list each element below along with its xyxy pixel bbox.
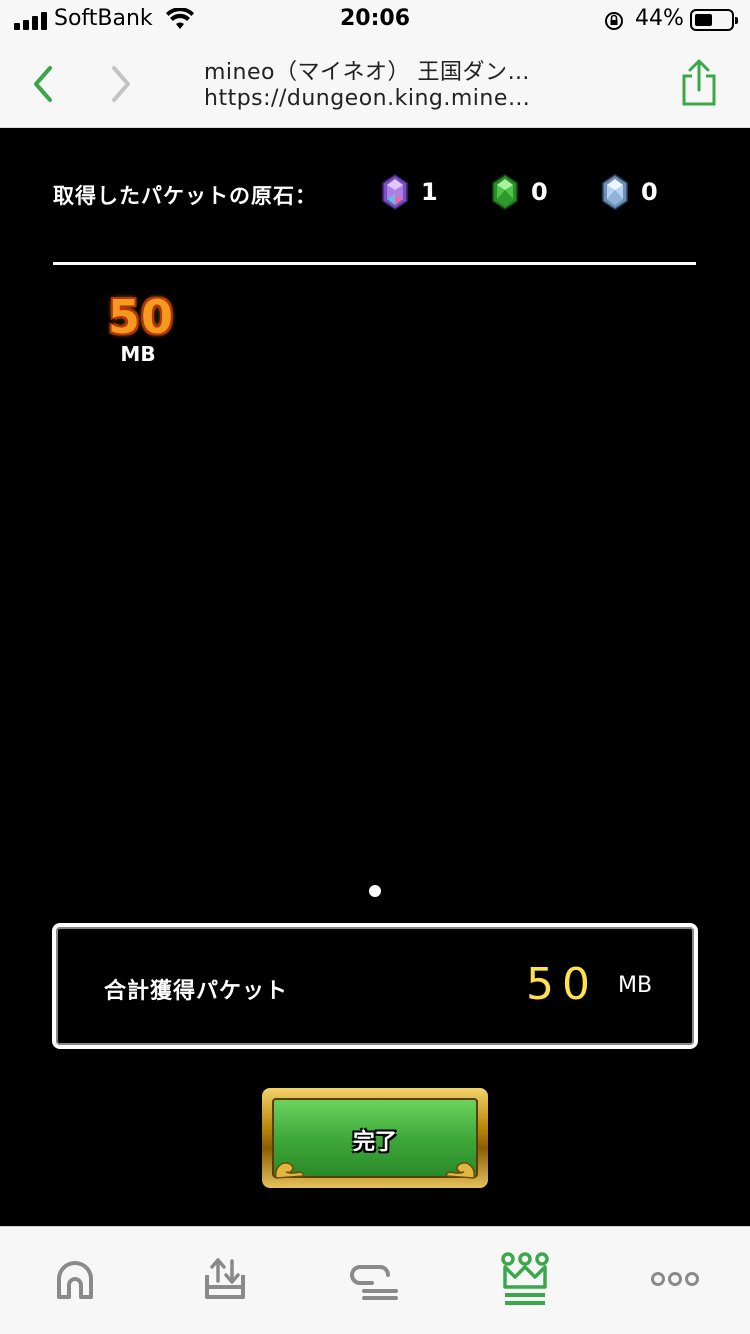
status-bar: SoftBank 20:06 44%: [0, 0, 750, 40]
green-gem-icon: [492, 174, 518, 210]
bottom-tab-bar: [0, 1226, 750, 1334]
reward-unit: MB: [120, 342, 156, 366]
rotation-lock-icon: [605, 12, 623, 30]
battery-icon: [690, 9, 738, 31]
page-indicator-dot: [369, 885, 381, 897]
stone-green: 0: [491, 172, 548, 212]
stone-count: 0: [531, 178, 548, 206]
total-value: 50: [526, 959, 598, 1010]
crown-icon: [501, 1252, 549, 1305]
chat-icon: [350, 1265, 398, 1300]
tray-upload-icon: [205, 1258, 245, 1299]
ornament-right-icon: [445, 1162, 476, 1179]
page-url[interactable]: https://dungeon.king.mine…: [204, 86, 564, 111]
battery-percent: 44%: [635, 6, 684, 31]
purple-gem-icon: [382, 174, 408, 210]
total-label: 合計獲得パケット: [104, 979, 289, 1004]
reward-packet-item: 50 MB: [96, 290, 186, 366]
stones-label: 取得したパケットの原石：: [53, 184, 317, 208]
reward-amount: 50: [107, 290, 174, 344]
more-icon: [651, 1272, 699, 1286]
forward-icon[interactable]: [106, 62, 136, 106]
page-title: mineo（マイネオ） 王国ダン…: [204, 60, 530, 85]
tab-chat[interactable]: [345, 1249, 405, 1309]
total-packets-box: 合計獲得パケット 50 MB: [52, 923, 698, 1049]
tab-home[interactable]: [45, 1249, 105, 1309]
share-icon[interactable]: [678, 58, 720, 108]
browser-nav-bar: mineo（マイネオ） 王国ダン… https://dungeon.king.m…: [0, 40, 750, 128]
back-icon[interactable]: [28, 62, 58, 106]
complete-button[interactable]: 完了: [262, 1088, 488, 1188]
stone-blue: 0: [601, 172, 658, 212]
game-result-screen: 取得したパケットの原石： 1 0 0 50 MB 合計獲得パケット 50 MB …: [0, 128, 750, 1226]
tab-more[interactable]: [645, 1249, 705, 1309]
acquired-stones-row: 取得したパケットの原石： 1 0 0: [53, 172, 696, 265]
stone-count: 0: [641, 178, 658, 206]
stone-purple: 1: [381, 172, 438, 212]
complete-button-label: 完了: [352, 1130, 397, 1155]
total-unit: MB: [618, 973, 653, 998]
ornament-left-icon: [274, 1162, 305, 1179]
home-icon: [57, 1261, 93, 1299]
tab-crown[interactable]: [495, 1249, 555, 1309]
tab-upload[interactable]: [195, 1249, 255, 1309]
stones-divider: [53, 262, 696, 265]
stone-count: 1: [421, 178, 438, 206]
blue-gem-icon: [602, 174, 628, 210]
